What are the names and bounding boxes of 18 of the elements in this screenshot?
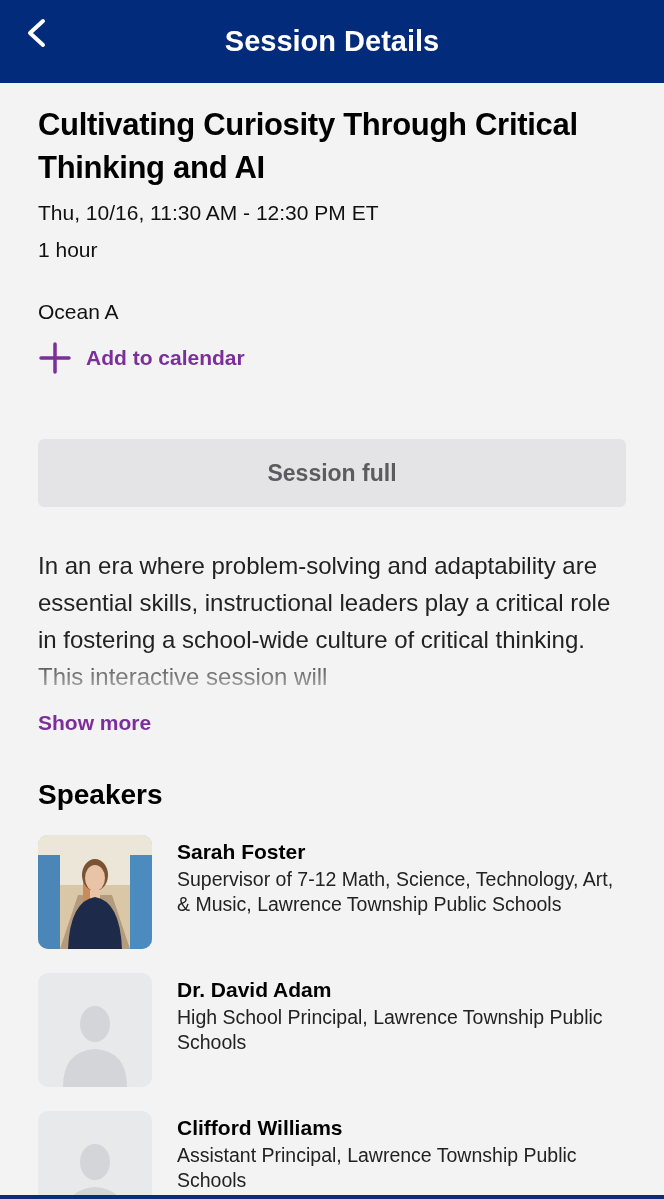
- session-duration: 1 hour: [38, 237, 99, 263]
- speaker-name[interactable]: Clifford Williams: [177, 1115, 626, 1141]
- speaker-role: Supervisor of 7-12 Math, Science, Technology, Art, & Music, Lawrence Township Public Schools: [177, 867, 615, 917]
- speaker-name[interactable]: Dr. David Adam: [177, 977, 626, 1003]
- person-placeholder-icon: [63, 1005, 127, 1087]
- session-location: Ocean A: [38, 299, 120, 325]
- speaker-role: High School Principal, Lawrence Township Public Schools: [177, 1005, 604, 1055]
- speaker-role: Assistant Principal, Lawrence Township Public Schools: [177, 1143, 578, 1193]
- back-icon: [26, 18, 46, 48]
- session-description: In an era where problem-solving and adaptability are essential skills, instructional leaders play a critical role in fostering a school-wide culture of critical thinking. This interactive session will: [38, 551, 612, 692]
- show-more-link[interactable]: Show more: [38, 711, 152, 735]
- speakers-heading: Speakers: [38, 779, 164, 811]
- session-time: Thu, 10/16, 11:30 AM - 12:30 PM ET: [38, 200, 380, 226]
- speaker-name[interactable]: Sarah Foster: [177, 839, 626, 865]
- plus-icon: [38, 341, 72, 375]
- session-title: Cultivating Curiosity Through Critical Thinking and AI: [38, 106, 579, 187]
- screen-title: Session Details: [224, 25, 440, 58]
- add-to-calendar-link[interactable]: Add to calendar: [38, 341, 245, 375]
